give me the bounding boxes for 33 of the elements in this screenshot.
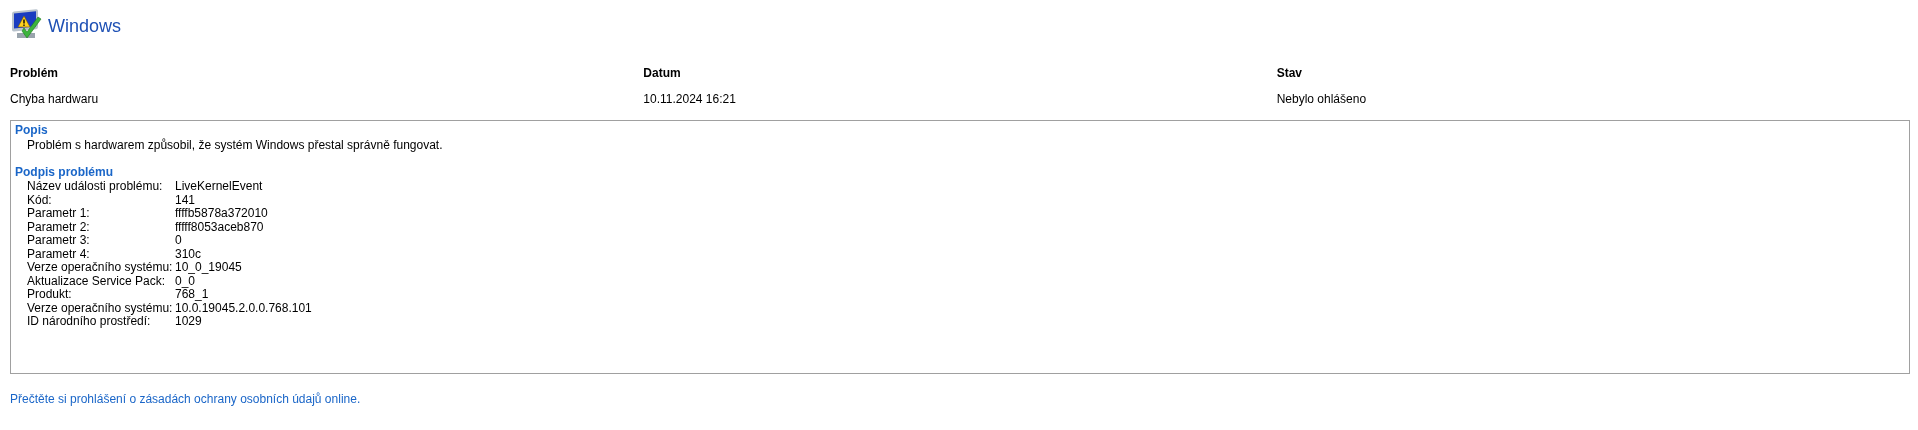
field-label: Parametr 3:	[27, 234, 91, 248]
field-label: Název události problému:	[27, 180, 164, 194]
field-label: Parametr 4:	[27, 247, 91, 261]
column-value: 10.11.2024 16:21	[643, 91, 736, 108]
section-heading: Popis	[15, 123, 48, 138]
column-heading: Problém	[10, 65, 58, 82]
field-label: Kód:	[27, 193, 53, 207]
field-label: Verze operačního systému:	[27, 261, 174, 275]
description-text: Problém s hardwarem způsobil, že systém Windows přestal správně fungovat.	[26, 138, 443, 153]
field-label: Aktualizace Service Pack:	[27, 274, 166, 288]
column-value: Nebylo ohlášeno	[1276, 91, 1367, 108]
field-label: Verze operačního systému:	[27, 301, 174, 315]
field-value: LiveKernelEvent	[175, 180, 263, 194]
field-label: Produkt:	[27, 288, 73, 302]
field-value: 310c	[175, 247, 202, 261]
section-heading: Podpis problému	[15, 165, 113, 180]
field-value: fffff8053aceb870	[175, 220, 264, 234]
field-value: 0_0	[175, 274, 196, 288]
field-value: ffffb5878a372010	[175, 207, 268, 221]
column-value: Chyba hardwaru	[10, 91, 99, 108]
page-title: Windows	[48, 14, 122, 38]
field-value: 0	[175, 234, 182, 248]
field-value: 141	[175, 193, 196, 207]
field-value: 10_0_19045	[175, 261, 242, 275]
column-heading: Stav	[1276, 65, 1302, 82]
field-label: Parametr 2:	[27, 220, 91, 234]
field-value: 10.0.19045.2.0.0.768.101	[175, 301, 312, 315]
field-label: Parametr 1:	[27, 207, 91, 221]
field-value: 1029	[175, 315, 202, 329]
column-heading: Datum	[643, 65, 681, 82]
field-value: 768_1	[175, 288, 209, 302]
privacy-statement-link[interactable]: Přečtěte si prohlášení o zásadách ochrany osobních údajů online.	[10, 390, 361, 408]
field-label: ID národního prostředí:	[27, 315, 151, 329]
